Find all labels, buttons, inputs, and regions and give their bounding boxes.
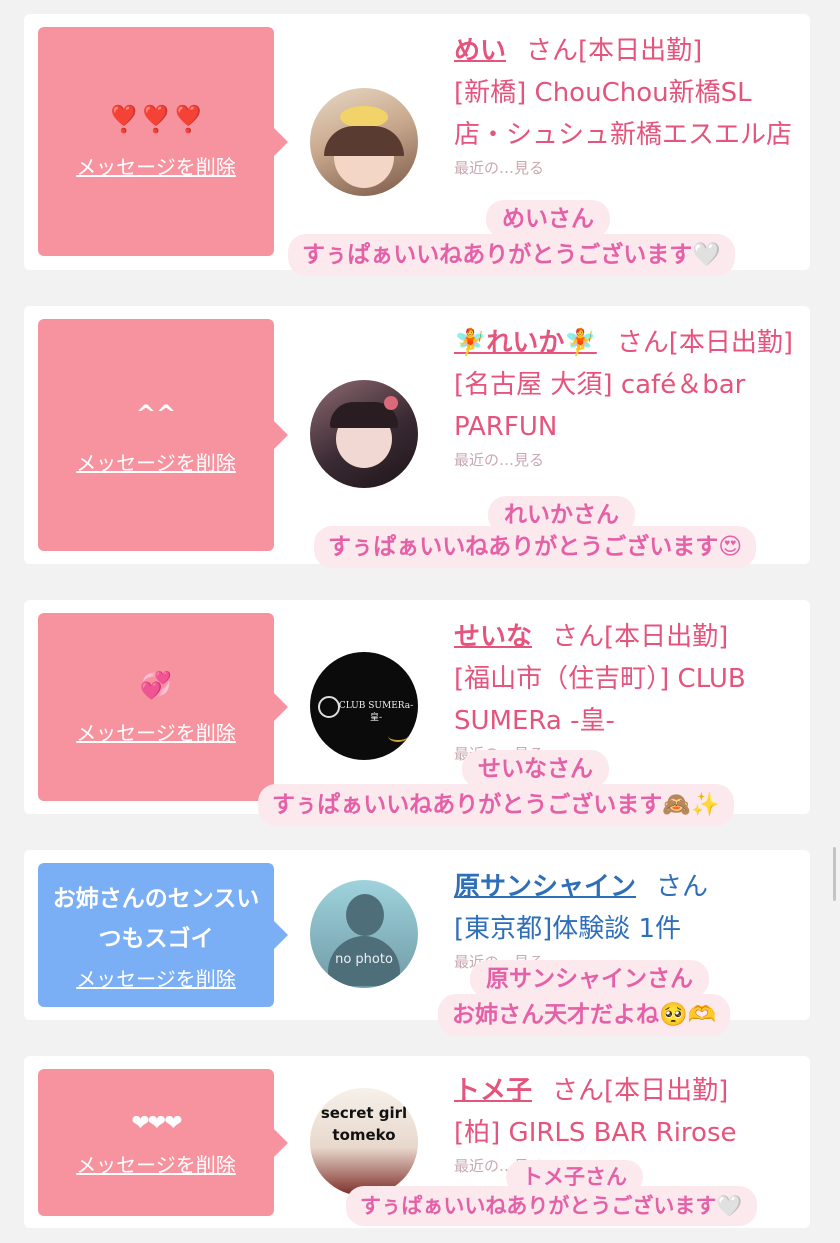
delete-message-link[interactable]: メッセージを削除 (76, 1149, 236, 1178)
message-bubble: ❤❤❤ メッセージを削除 (38, 1069, 288, 1216)
review-count: [東京都]体験談 1件 (454, 914, 682, 944)
shop-name: [柏] GIRLS BAR Rirose (454, 1118, 737, 1148)
avatar[interactable] (310, 88, 418, 196)
scrollbar[interactable] (833, 847, 836, 901)
toast-message: すぅぱぁいいねありがとうございます🤍 (346, 1186, 757, 1226)
cast-name-link[interactable]: 🧚れいか🧚 (454, 328, 597, 358)
cast-name-link[interactable]: せいな (454, 622, 532, 652)
avatar-logo-text: secret girl tomeko (320, 1104, 408, 1144)
shop-name: [新橋] ChouChou新橋SL店・シュシュ新橋エスエル店 (454, 78, 793, 150)
message-bubble: お姉さんのセンスいつもスゴイ メッセージを削除 (38, 863, 288, 1007)
cast-info: 原サンシャインさん [東京都]体験談 1件 最近の…見る (454, 866, 796, 974)
toast-name: めいさん (486, 200, 610, 238)
cast-status: さん[本日出勤] (616, 328, 794, 358)
message-text: 💞 (139, 670, 173, 701)
cast-status: さん[本日出勤] (526, 36, 703, 66)
message-text: ^^ (135, 399, 177, 428)
message-text: お姉さんのセンスいつもスゴイ (52, 885, 260, 952)
recent-link[interactable]: 最近の…見る (454, 448, 796, 472)
shop-name: [福山市（住吉町）] CLUB SUMERa -皇- (454, 664, 746, 736)
recent-link[interactable]: 最近の…見る (454, 156, 796, 180)
message-bubble: ^^ メッセージを削除 (38, 319, 288, 551)
cast-status: さん (656, 872, 709, 902)
cast-info: せいなさん[本日出勤] [福山市（住吉町）] CLUB SUMERa -皇- 最… (454, 616, 796, 766)
toast-name: せいなさん (462, 750, 609, 788)
message-text: ❣️❣️❣️ (107, 105, 205, 135)
message-card: ❣️❣️❣️ メッセージを削除 めい さん[本日出勤] [新橋] ChouChou… (24, 14, 810, 270)
shop-name: [名古屋 大須] café＆bar PARFUN (454, 370, 746, 442)
toast-message: お姉さん天才だよね🥺🫶 (438, 994, 731, 1036)
cast-name-link[interactable]: 原サンシャイン (454, 872, 636, 902)
cast-info: めい さん[本日出勤] [新橋] ChouChou新橋SL店・シュシュ新橋エスエル… (454, 30, 796, 180)
delete-message-link[interactable]: メッセージを削除 (76, 963, 236, 992)
cast-status: さん[本日出勤] (552, 622, 729, 652)
cast-status: さん[本日出勤] (552, 1076, 729, 1106)
message-bubble: ❣️❣️❣️ メッセージを削除 (38, 27, 288, 256)
toast-message: すぅぱぁいいねありがとうございます🙈✨ (258, 784, 734, 826)
delete-message-link[interactable]: メッセージを削除 (76, 447, 236, 476)
avatar[interactable]: CLUB SUMERa-皇- (310, 652, 418, 760)
no-photo-text: no photo (335, 952, 393, 967)
message-text: ❤❤❤ (131, 1111, 182, 1136)
cast-name-link[interactable]: めい (454, 36, 506, 66)
message-card: 💞 メッセージを削除 CLUB SUMERa-皇- せいな さん[本日出勤] [福… (24, 600, 810, 814)
toast-name: 原サンシャインさん (470, 960, 709, 998)
avatar-logo-text: CLUB SUMERa-皇- (338, 701, 414, 723)
delete-message-link[interactable]: メッセージを削除 (76, 151, 236, 180)
avatar[interactable]: secret girl tomeko (310, 1088, 418, 1196)
avatar[interactable]: no photo (310, 880, 418, 988)
cast-info: 🧚れいか🧚 さん[本日出勤] [名古屋 大須] café＆bar PARFUN 最… (454, 322, 796, 472)
avatar[interactable] (310, 380, 418, 488)
toast-message: すぅぱぁいいねありがとうございます🤍 (288, 234, 735, 276)
delete-message-link[interactable]: メッセージを削除 (76, 717, 236, 746)
toast-message: すぅぱぁいいねありがとうございます😍 (314, 526, 757, 568)
message-bubble: 💞 メッセージを削除 (38, 613, 288, 801)
cast-name-link[interactable]: トメ子 (454, 1076, 532, 1106)
